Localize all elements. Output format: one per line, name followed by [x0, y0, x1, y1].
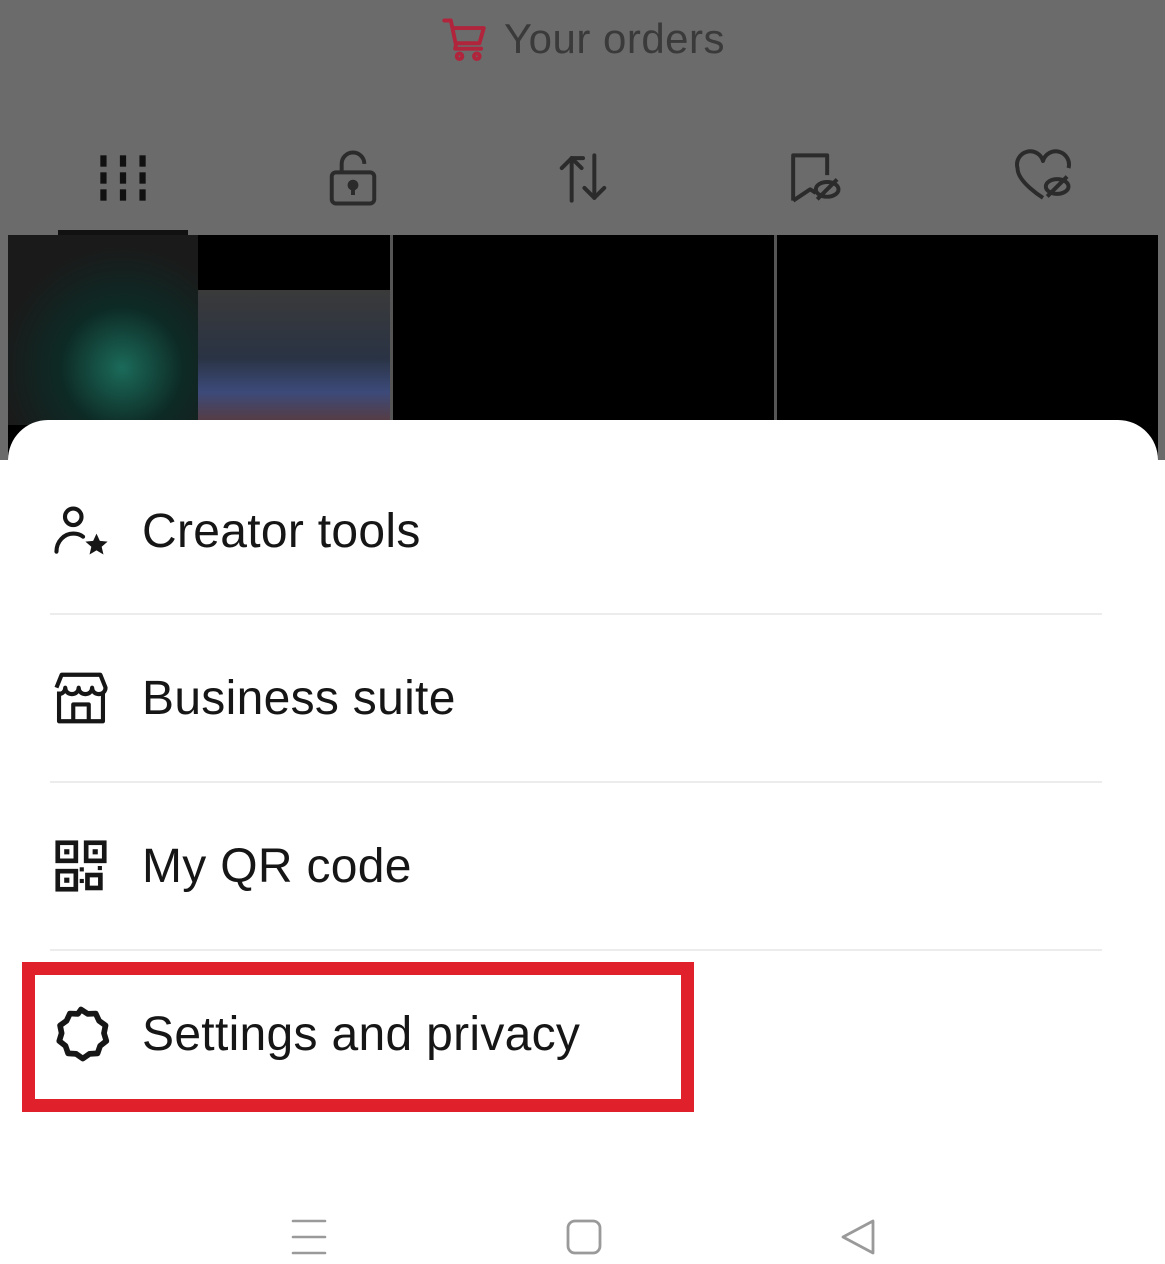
- thumbnail-image: [8, 235, 198, 425]
- your-orders-label: Your orders: [503, 15, 726, 62]
- menu-item-creator-tools[interactable]: Creator tools: [50, 447, 1100, 615]
- tab-favorites[interactable]: [698, 120, 928, 235]
- tab-reposts[interactable]: [468, 120, 698, 235]
- back-triangle-icon: [841, 1219, 875, 1255]
- storefront-icon: [50, 667, 112, 729]
- menu-item-qr-code[interactable]: My QR code: [50, 782, 1100, 950]
- menu-icon: [291, 1219, 327, 1255]
- menu-item-business-suite[interactable]: Business suite: [50, 614, 1100, 782]
- profile-tabbar: [8, 120, 1158, 235]
- qr-code-icon: [50, 835, 112, 897]
- tab-liked[interactable]: [928, 120, 1158, 235]
- highlight-box: [22, 962, 694, 1112]
- your-orders-row[interactable]: Your orders: [0, 0, 1165, 90]
- repost-icon: [559, 152, 607, 203]
- nav-back-button[interactable]: [834, 1212, 884, 1262]
- hidden-bookmark-icon: [791, 152, 841, 202]
- nav-home-button[interactable]: [559, 1212, 609, 1262]
- menu-item-label: My QR code: [142, 839, 412, 893]
- menu-item-label: Business suite: [142, 671, 456, 725]
- person-star-icon: [50, 500, 112, 562]
- hidden-heart-icon: [1015, 148, 1071, 200]
- lock-icon: [329, 150, 377, 205]
- background-app: Your orders: [0, 0, 1165, 460]
- tab-videos[interactable]: [8, 120, 238, 235]
- nav-recents-button[interactable]: [284, 1212, 334, 1262]
- cart-icon: [442, 18, 486, 62]
- menu-item-label: Creator tools: [142, 504, 421, 558]
- tab-private[interactable]: [238, 120, 468, 235]
- grid-bars-icon: [100, 154, 146, 201]
- home-square-icon: [566, 1219, 602, 1255]
